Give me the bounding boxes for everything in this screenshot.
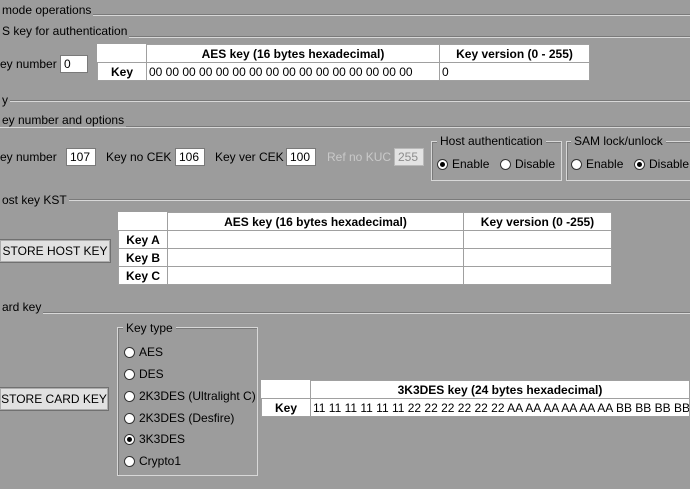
key-type-2k3des-desfire-radio[interactable]: 2K3DES (Desfire) [124,411,234,425]
key-ver-cek-label: Key ver CEK [215,150,284,164]
table-row: Key A [118,230,612,249]
card-key-value-cell[interactable]: 11 11 11 11 11 11 22 22 22 22 22 22 AA A… [310,398,690,417]
store-card-key-button[interactable]: STORE CARD KEY [0,388,108,410]
auth-key-table: AES key (16 bytes hexadecimal) Key versi… [97,44,590,81]
key-type-option-label: Crypto1 [139,454,182,468]
radio-selected-icon [634,158,645,170]
host-key-group-title: ost key KST [0,193,69,207]
top-group-title: mode operations [0,3,94,17]
host-key-table: AES key (16 bytes hexadecimal) Key versi… [118,212,612,285]
sam-lock-title: SAM lock/unlock [571,134,666,148]
host-auth-disable-radio[interactable]: Disable [500,157,555,171]
host-col-version-header: Key version (0 -255) [463,212,612,231]
key-type-des-radio[interactable]: DES [124,367,164,381]
radio-empty-icon [124,368,135,380]
host-aes-key-cell[interactable] [167,266,464,285]
host-auth-disable-label: Disable [515,157,556,171]
y-group-title: y [0,93,10,107]
auth-key-number-input[interactable]: 0 [60,55,88,73]
auth-row-key-label: Key [97,62,147,81]
auth-key-number-label: ey number [0,57,57,71]
ref-no-kuc-input: 255 [394,148,424,166]
key-type-crypto1-radio[interactable]: Crypto1 [124,454,181,468]
key-type-option-label: 2K3DES (Desfire) [139,411,235,425]
host-row-label: Key B [118,248,168,267]
host-table-corner [118,212,168,231]
host-aes-key-cell[interactable] [167,248,464,267]
key-no-cek-input[interactable]: 106 [175,148,205,166]
card-key-group-title: ard key [0,300,44,314]
auth-col-aes-header: AES key (16 bytes hexadecimal) [146,44,440,63]
auth-group-title: S key for authentication [0,24,130,38]
host-row-label: Key A [118,230,168,249]
key-type-option-label: 2K3DES (Ultralight C) [139,389,256,403]
radio-empty-icon [500,158,511,170]
radio-empty-icon [124,390,135,402]
key-type-3k3des-radio[interactable]: 3K3DES [124,432,185,446]
auth-aes-key-cell[interactable]: 00 00 00 00 00 00 00 00 00 00 00 00 00 0… [146,62,440,81]
sam-lock-disable-label: Disable [649,157,690,171]
sam-lock-enable-radio[interactable]: Enable [571,157,623,171]
options-key-number-label: ey number [0,150,57,164]
host-auth-title: Host authentication [437,134,546,148]
radio-empty-icon [124,346,135,358]
host-aes-key-cell[interactable] [167,230,464,249]
sam-lock-enable-label: Enable [586,157,624,171]
key-type-option-label: 3K3DES [139,432,186,446]
ref-no-kuc-label: Ref no KUC [327,150,392,164]
table-row: Key B [118,248,612,267]
host-auth-enable-label: Enable [452,157,490,171]
radio-selected-icon [124,433,135,445]
key-type-aes-radio[interactable]: AES [124,345,163,359]
sam-lock-disable-radio[interactable]: Disable [634,157,689,171]
auth-key-version-cell[interactable]: 0 [439,62,590,81]
options-group-title: ey number and options [0,113,127,127]
top-group-border [0,14,690,16]
host-row-label: Key C [118,266,168,285]
store-host-key-button[interactable]: STORE HOST KEY [0,240,110,262]
auth-table-corner [97,44,147,63]
key-type-option-label: DES [139,367,164,381]
key-type-title: Key type [123,321,176,335]
radio-selected-icon [437,158,448,170]
host-key-version-cell[interactable] [463,230,612,249]
y-group-border [0,100,690,102]
card-row-key-label: Key [261,398,311,417]
host-key-version-cell[interactable] [463,248,612,267]
key-type-2k3des-ultralight-radio[interactable]: 2K3DES (Ultralight C) [124,389,256,403]
host-key-version-cell[interactable] [463,266,612,285]
key-no-cek-label: Key no CEK [106,150,172,164]
auth-col-version-header: Key version (0 - 255) [439,44,590,63]
radio-empty-icon [124,455,135,467]
key-type-option-label: AES [139,345,164,359]
host-auth-enable-radio[interactable]: Enable [437,157,489,171]
radio-empty-icon [124,412,135,424]
host-col-aes-header: AES key (16 bytes hexadecimal) [167,212,464,231]
host-key-group-border [0,199,690,201]
card-col-key-header: 3K3DES key (24 bytes hexadecimal) [310,380,690,399]
radio-empty-icon [571,158,582,170]
card-key-table: 3K3DES key (24 bytes hexadecimal) Key 11… [261,380,690,417]
options-key-number-input[interactable]: 107 [66,148,96,166]
table-row: Key C [118,266,612,285]
card-table-corner [261,380,311,399]
card-key-group-border [0,312,690,314]
key-ver-cek-input[interactable]: 100 [286,148,316,166]
